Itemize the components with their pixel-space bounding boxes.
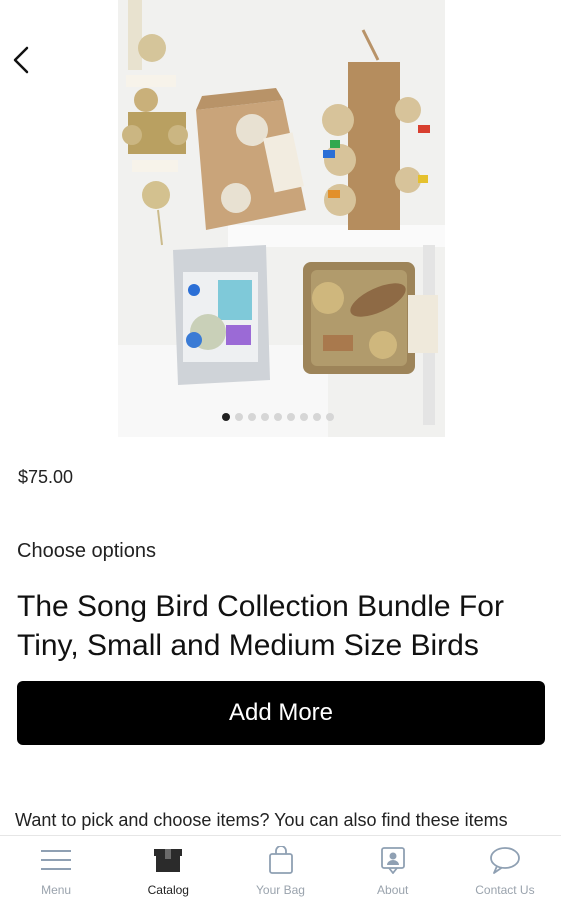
about-icon: [380, 847, 405, 874]
back-button[interactable]: [6, 40, 36, 80]
carousel-indicator[interactable]: [222, 413, 334, 421]
tab-label: Contact Us: [475, 883, 535, 897]
carousel-dot[interactable]: [235, 413, 243, 421]
product-title: The Song Bird Collection Bundle For Tiny…: [17, 590, 504, 662]
bag-icon: [268, 846, 293, 874]
tab-about[interactable]: About: [337, 836, 449, 900]
product-image[interactable]: [118, 0, 445, 437]
tab-label: Your Bag: [256, 883, 305, 897]
carousel-dot[interactable]: [300, 413, 308, 421]
catalog-icon: [154, 849, 183, 872]
carousel-dot[interactable]: [248, 413, 256, 421]
tab-label: Catalog: [147, 883, 189, 897]
product-description: Want to pick and choose items? You can a…: [15, 810, 508, 830]
chat-icon: [490, 847, 520, 874]
choose-options-label[interactable]: Choose options: [17, 540, 156, 563]
tab-label: About: [377, 883, 409, 897]
tab-label: Menu: [41, 883, 72, 897]
tab-catalog[interactable]: Catalog: [112, 836, 224, 900]
carousel-dot[interactable]: [274, 413, 282, 421]
menu-icon: [41, 850, 72, 870]
tab-menu[interactable]: Menu: [0, 836, 112, 900]
add-more-button[interactable]: Add More: [17, 681, 545, 745]
carousel-dot[interactable]: [222, 413, 230, 421]
carousel-dot[interactable]: [261, 413, 269, 421]
chevron-left-icon: [13, 46, 29, 74]
carousel-dot[interactable]: [313, 413, 321, 421]
tab-your-bag[interactable]: Your Bag: [224, 836, 336, 900]
bottom-tab-bar: Menu Catalog Your Bag About Contact Us: [0, 835, 561, 900]
product-price: $75.00: [18, 467, 74, 487]
tab-contact-us[interactable]: Contact Us: [449, 836, 561, 900]
carousel-dot[interactable]: [326, 413, 334, 421]
carousel-dot[interactable]: [287, 413, 295, 421]
